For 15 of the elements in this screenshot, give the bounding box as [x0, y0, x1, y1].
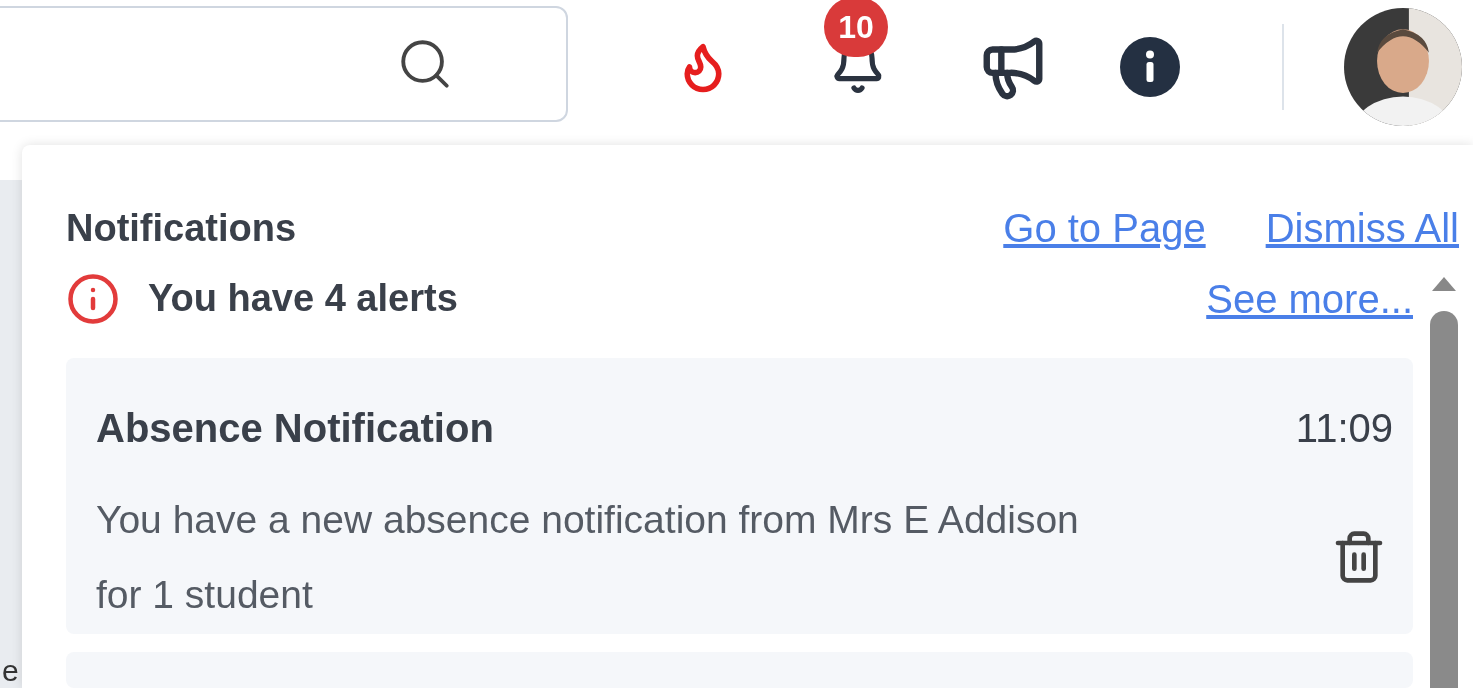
alert-summary: You have 4 alerts	[148, 276, 458, 321]
scroll-up-icon[interactable]	[1431, 275, 1457, 293]
see-more-link[interactable]: See more...	[1206, 268, 1413, 329]
action-link[interactable]: Go to Page	[1003, 198, 1206, 258]
notification-time: 11:09	[1295, 405, 1393, 453]
alert-icon	[66, 271, 120, 326]
action-link[interactable]: Dismiss All	[1265, 198, 1459, 258]
panel-title: Notifications	[66, 205, 297, 251]
sidebar-text: e	[2, 656, 20, 686]
info-icon[interactable]	[1120, 36, 1180, 97]
notification-title: Absence Notification	[96, 405, 494, 453]
notification-body: You have a new absence notification from Mrs E Addison for 1 student	[96, 497, 1080, 619]
search-field[interactable]	[0, 6, 568, 122]
notification-card[interactable]: Absence Notification 11:09 You have a new absence notification from Mrs E Addison for 1 student	[66, 358, 1413, 634]
notification-badge: 10	[824, 0, 888, 57]
